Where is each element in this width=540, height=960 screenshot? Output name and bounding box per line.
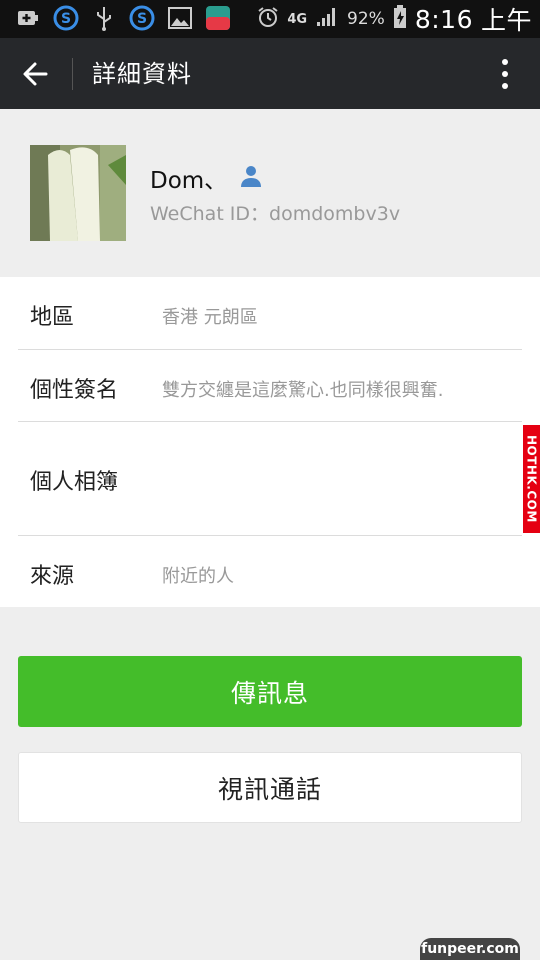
source-value: 附近的人 [162,566,234,587]
clock-ampm: 上午 [480,6,532,35]
battery-plus-icon [14,4,42,32]
arrow-left-icon [23,62,48,86]
more-vertical-icon [502,59,508,89]
wechat-id: WeChat ID：domdombv3v [150,203,401,225]
contact-name: Dom、 [150,168,228,194]
gallery-icon [166,4,194,32]
source-label: 來源 [30,564,75,589]
brand-watermark: funpeer.com [420,938,520,960]
list-item-source: 來源 附近的人 [0,536,540,607]
skype-icon: S [128,4,156,32]
list-item-region: 地區 香港 元朗區 [0,277,540,349]
more-options-button[interactable] [500,56,510,92]
skype-icon: S [52,4,80,32]
details-list: 地區 香港 元朗區 個性簽名 雙方交纏是這麼驚心.也同樣很興奮. 個人相簿 來源… [0,277,540,607]
avatar[interactable] [30,145,126,241]
region-label: 地區 [30,305,75,330]
app-bar: 詳細資料 [0,38,540,109]
svg-text:S: S [137,11,147,27]
photo-album-label: 個人相簿 [30,470,119,495]
contact-person-icon [238,163,264,189]
signal-icon [315,6,339,32]
back-button[interactable] [18,56,54,92]
signature-value: 雙方交纏是這麼驚心.也同樣很興奮. [162,380,444,401]
region-value: 香港 元朗區 [162,307,258,328]
network-type: 4G [287,11,308,27]
app-icon [204,4,232,32]
battery-charging-icon [393,5,407,33]
send-message-button[interactable]: 傳訊息 [18,656,522,727]
svg-text:S: S [61,11,71,27]
usb-icon [90,4,118,32]
profile-header: Dom、 WeChat ID：domdombv3v [0,109,540,277]
page-title: 詳細資料 [92,60,192,88]
signature-label: 個性簽名 [30,378,119,403]
list-item-photo-album[interactable]: 個人相簿 [0,422,540,535]
battery-percent: 92% [347,9,385,29]
status-bar: S S 4G 92% 8:16 上午 [0,0,540,38]
header-divider [72,58,73,90]
watermark-text: HOTHK.COM [524,435,539,523]
video-call-button[interactable]: 視訊通話 [18,752,522,823]
clock-time: 8:16 [414,4,473,34]
alarm-icon [257,6,279,32]
list-item-signature: 個性簽名 雙方交纏是這麼驚心.也同樣很興奮. [0,350,540,421]
watermark: HOTHK.COM [523,425,540,533]
